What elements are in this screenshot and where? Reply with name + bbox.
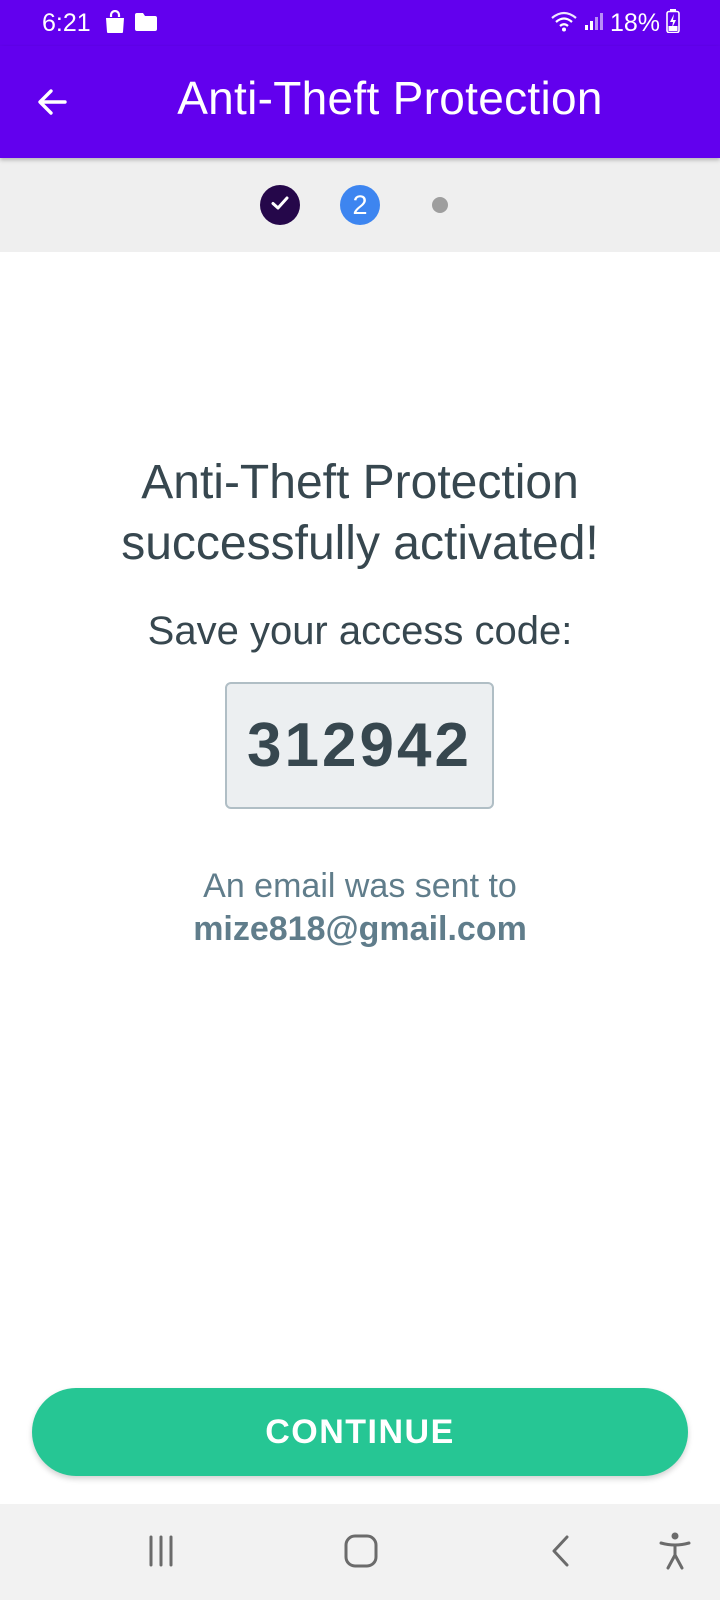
signal-icon — [584, 11, 604, 36]
headline-line-2: successfully activated! — [121, 517, 599, 570]
step-pending — [432, 197, 448, 213]
progress-stepper: 2 — [0, 158, 720, 252]
save-code-prompt: Save your access code: — [147, 609, 573, 653]
app-bar: Anti-Theft Protection — [0, 46, 720, 158]
accessibility-button[interactable] — [650, 1528, 700, 1578]
nav-back-button[interactable] — [536, 1528, 586, 1578]
status-bar: 6:21 18% — [0, 0, 720, 46]
headline-line-1: Anti-Theft Protection — [141, 456, 579, 509]
email-sent-text: An email was sent to — [203, 867, 517, 905]
access-code-box: 312942 — [225, 682, 494, 809]
continue-button[interactable]: CONTINUE — [32, 1388, 688, 1476]
page-title: Anti-Theft Protection — [177, 72, 603, 124]
status-notification-icons — [104, 9, 158, 39]
status-system-icons: 18% — [550, 7, 680, 39]
system-nav-bar — [0, 1504, 720, 1600]
home-icon — [343, 1533, 379, 1574]
status-time: 6:21 — [42, 9, 91, 37]
battery-charging-icon — [666, 8, 680, 38]
email-address: mize818@gmail.com — [193, 910, 527, 948]
wifi-icon — [550, 10, 578, 37]
battery-percentage: 18% — [609, 9, 660, 37]
back-button[interactable] — [24, 76, 80, 132]
access-code: 312942 — [247, 711, 472, 780]
step-completed — [260, 185, 300, 225]
recent-apps-button[interactable] — [136, 1528, 186, 1578]
success-headline: Anti-Theft Protection successfully activ… — [40, 452, 680, 574]
home-button[interactable] — [336, 1528, 386, 1578]
back-icon — [547, 1533, 575, 1574]
step-current: 2 — [340, 185, 380, 225]
shopping-bag-icon — [104, 9, 126, 39]
accessibility-icon — [657, 1531, 693, 1576]
arrow-left-icon — [34, 84, 70, 125]
folder-icon — [134, 12, 158, 37]
check-icon — [269, 192, 291, 219]
recent-apps-icon — [144, 1534, 178, 1573]
